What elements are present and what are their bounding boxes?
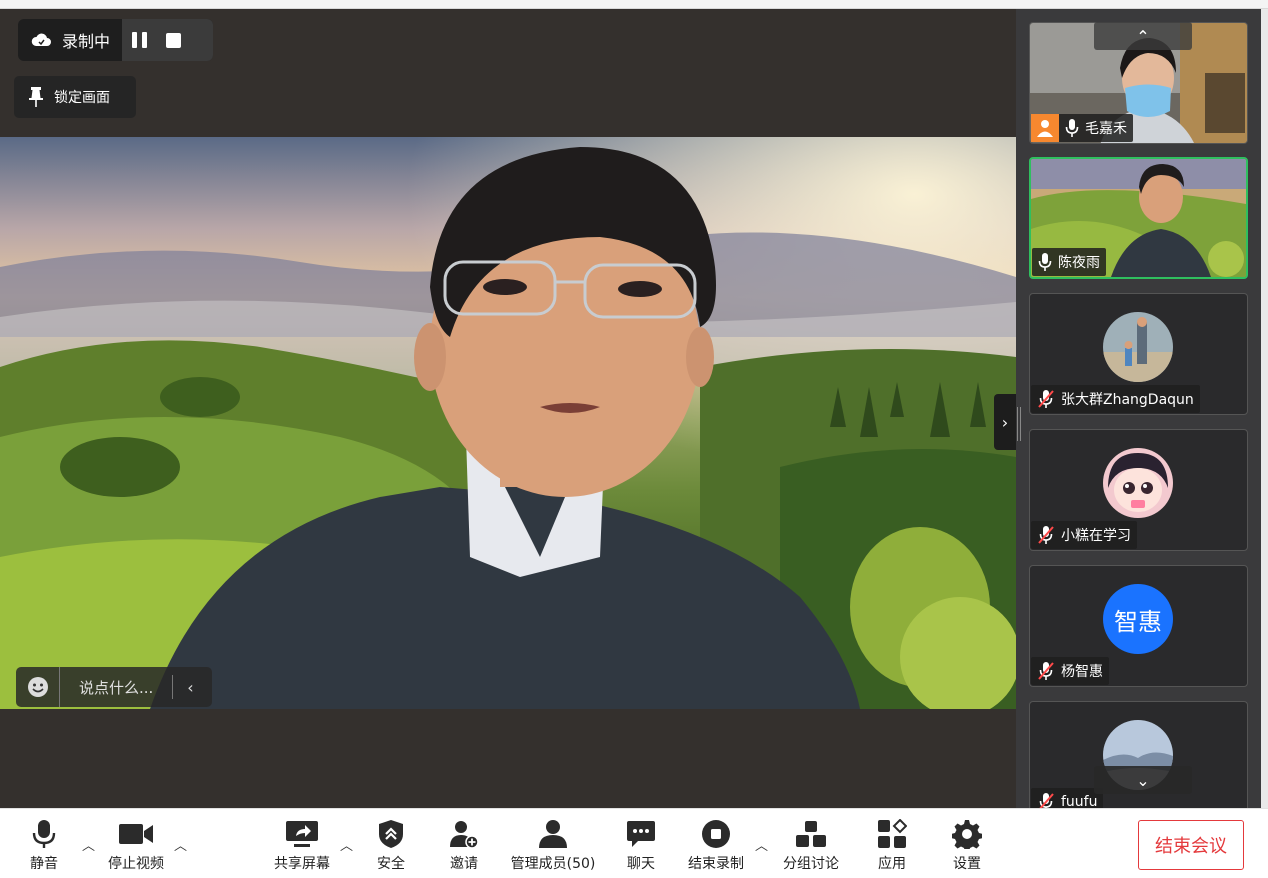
recording-controls	[122, 19, 213, 61]
stop-video-label: 停止视频	[108, 856, 164, 872]
stop-recording-icon[interactable]	[166, 32, 182, 48]
audio-options-caret-icon[interactable]: ︿	[82, 835, 95, 854]
video-options-caret-icon[interactable]: ︿	[174, 835, 187, 854]
participant-name: 杨智惠	[1061, 664, 1103, 680]
participant-name: fuufu	[1061, 794, 1098, 808]
participant-nameplate: 小糕在学习	[1031, 521, 1137, 549]
emoji-button[interactable]	[16, 667, 60, 707]
collapse-sidebar-button[interactable]: ›	[994, 394, 1016, 450]
stop-circle-icon	[702, 820, 730, 848]
lock-view-button[interactable]: 锁定画面	[14, 76, 136, 118]
microphone-muted-icon	[1038, 662, 1054, 680]
collapse-chat-button[interactable]: ‹	[172, 675, 208, 699]
shield-icon	[379, 820, 403, 848]
participant-tile[interactable]: 张大群ZhangDaqun	[1029, 293, 1248, 415]
gallery-scroll-up-button[interactable]: ⌃	[1094, 22, 1192, 50]
settings-button[interactable]: 设置	[950, 819, 984, 875]
chat-input-box[interactable]: 说点什么... ‹	[16, 667, 212, 707]
mute-label: 静音	[30, 856, 58, 872]
chat-label: 聊天	[627, 856, 655, 872]
window-top-strip	[0, 0, 1268, 9]
participant-nameplate: 陈夜雨	[1032, 248, 1106, 276]
participant-name: 小糕在学习	[1061, 528, 1131, 544]
participant-nameplate: 张大群ZhangDaqun	[1031, 385, 1200, 413]
breakout-rooms-icon	[796, 821, 826, 847]
main-stage: 录制中 锁定画面 说点什么... ‹	[0, 9, 1016, 808]
share-options-caret-icon[interactable]: ︿	[340, 835, 353, 854]
speaker-video	[0, 137, 1016, 709]
manage-members-label: 管理成员(50)	[510, 856, 596, 872]
participant-tile[interactable]: 小糕在学习	[1029, 429, 1248, 551]
apps-button[interactable]: 应用	[875, 819, 909, 875]
security-label: 安全	[377, 856, 405, 872]
participant-tile[interactable]: 陈夜雨	[1029, 157, 1248, 279]
microphone-icon	[1065, 119, 1079, 137]
end-recording-button[interactable]: 结束录制	[686, 819, 746, 875]
chat-input-placeholder[interactable]: 说点什么...	[60, 677, 172, 698]
participant-tile[interactable]: 智惠 杨智惠	[1029, 565, 1248, 687]
participant-avatar: 智惠	[1103, 584, 1173, 654]
cloud-icon	[31, 33, 51, 46]
meeting-toolbar: 静音 ︿ 停止视频 ︿ 共享屏幕 ︿ 安全 邀请 管理成员(50) 聊天 结束录…	[0, 808, 1268, 878]
end-meeting-button[interactable]: 结束会议	[1138, 820, 1244, 870]
participant-nameplate: fuufu	[1031, 788, 1104, 808]
participant-name: 陈夜雨	[1058, 255, 1100, 271]
gear-icon	[952, 820, 982, 849]
chat-button[interactable]: 聊天	[624, 819, 658, 875]
members-icon	[539, 820, 567, 848]
participant-name: 毛嘉禾	[1085, 121, 1127, 137]
gallery-scroll-down-button[interactable]: ⌄	[1094, 766, 1192, 794]
microphone-icon	[1038, 253, 1052, 271]
recording-status-label: 录制中	[62, 32, 111, 51]
pause-recording-icon[interactable]	[132, 32, 150, 48]
chevron-up-icon: ⌃	[1136, 26, 1150, 46]
apps-label: 应用	[878, 856, 906, 872]
mute-button[interactable]: 静音	[26, 819, 62, 875]
apps-grid-icon	[878, 819, 907, 848]
microphone-muted-icon	[1038, 390, 1054, 408]
microphone-icon	[32, 820, 56, 848]
recording-bar: 录制中	[18, 19, 213, 61]
participant-avatar	[1103, 448, 1173, 518]
meeting-window: 录制中 锁定画面 说点什么... ‹ › 毛嘉禾 陈夜雨 张大群ZhangDaq…	[0, 0, 1268, 878]
security-button[interactable]: 安全	[374, 819, 408, 875]
host-icon	[1031, 114, 1059, 142]
virtual-background-landscape	[0, 137, 1016, 709]
participant-name: 张大群ZhangDaqun	[1061, 392, 1194, 408]
manage-members-button[interactable]: 管理成员(50)	[508, 819, 598, 875]
recording-status: 录制中	[18, 19, 122, 61]
share-screen-label: 共享屏幕	[274, 856, 330, 872]
share-screen-icon	[286, 821, 318, 847]
chat-bubble-icon	[627, 821, 655, 847]
recording-options-caret-icon[interactable]: ︿	[755, 835, 768, 854]
lock-view-label: 锁定画面	[54, 90, 110, 106]
chevron-down-icon: ⌄	[1136, 770, 1150, 790]
end-recording-label: 结束录制	[688, 856, 744, 872]
invite-label: 邀请	[450, 856, 478, 872]
participant-avatar	[1103, 312, 1173, 382]
video-camera-icon	[119, 824, 153, 844]
add-user-icon	[450, 821, 479, 849]
stop-video-button[interactable]: 停止视频	[104, 819, 168, 875]
microphone-muted-icon	[1038, 526, 1054, 544]
chevron-left-icon: ‹	[187, 677, 194, 697]
gallery-scrollbar[interactable]	[1261, 9, 1268, 808]
breakout-rooms-button[interactable]: 分组讨论	[781, 819, 841, 875]
breakout-rooms-label: 分组讨论	[783, 856, 839, 872]
pin-icon	[29, 87, 43, 107]
chevron-right-icon: ›	[1001, 412, 1009, 432]
microphone-muted-icon	[1039, 793, 1054, 808]
share-screen-button[interactable]: 共享屏幕	[272, 819, 332, 875]
smile-icon	[27, 677, 48, 697]
settings-label: 设置	[953, 856, 981, 872]
sidebar-resize-handle[interactable]	[1017, 407, 1023, 441]
invite-button[interactable]: 邀请	[447, 819, 481, 875]
participant-nameplate: 毛嘉禾	[1031, 114, 1133, 142]
participant-nameplate: 杨智惠	[1031, 657, 1109, 685]
